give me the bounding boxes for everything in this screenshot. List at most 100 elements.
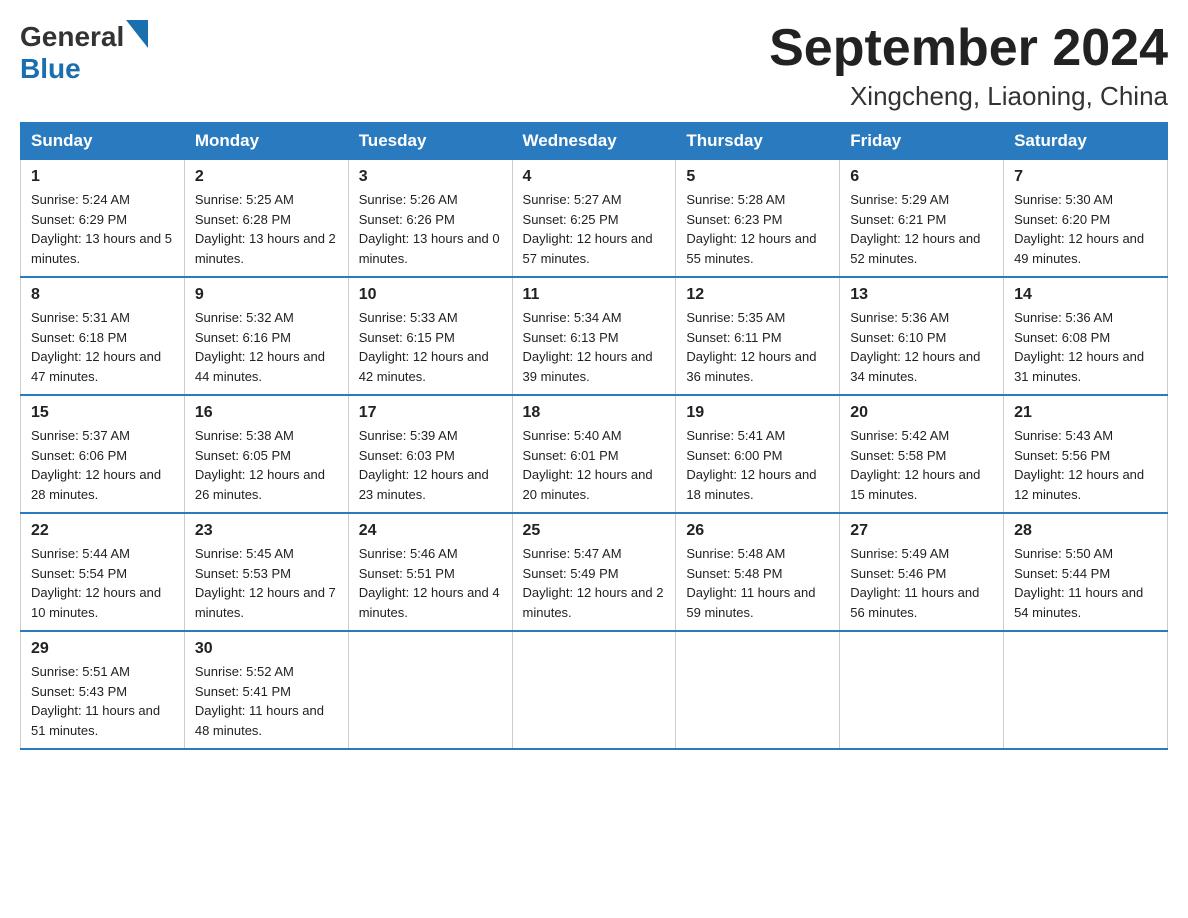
day-number: 14 (1014, 286, 1157, 304)
table-row: 18 Sunrise: 5:40 AMSunset: 6:01 PMDaylig… (512, 395, 676, 513)
table-row: 10 Sunrise: 5:33 AMSunset: 6:15 PMDaylig… (348, 277, 512, 395)
day-info: Sunrise: 5:26 AMSunset: 6:26 PMDaylight:… (359, 192, 500, 266)
day-info: Sunrise: 5:31 AMSunset: 6:18 PMDaylight:… (31, 310, 161, 384)
day-info: Sunrise: 5:43 AMSunset: 5:56 PMDaylight:… (1014, 428, 1144, 502)
day-info: Sunrise: 5:50 AMSunset: 5:44 PMDaylight:… (1014, 546, 1143, 620)
day-number: 29 (31, 640, 174, 658)
day-info: Sunrise: 5:34 AMSunset: 6:13 PMDaylight:… (523, 310, 653, 384)
header-saturday: Saturday (1004, 123, 1168, 160)
table-row: 8 Sunrise: 5:31 AMSunset: 6:18 PMDayligh… (21, 277, 185, 395)
header-friday: Friday (840, 123, 1004, 160)
day-number: 27 (850, 522, 993, 540)
day-info: Sunrise: 5:28 AMSunset: 6:23 PMDaylight:… (686, 192, 816, 266)
table-row: 24 Sunrise: 5:46 AMSunset: 5:51 PMDaylig… (348, 513, 512, 631)
day-number: 21 (1014, 404, 1157, 422)
day-number: 6 (850, 168, 993, 186)
header-thursday: Thursday (676, 123, 840, 160)
day-info: Sunrise: 5:44 AMSunset: 5:54 PMDaylight:… (31, 546, 161, 620)
day-info: Sunrise: 5:29 AMSunset: 6:21 PMDaylight:… (850, 192, 980, 266)
calendar-week-row: 15 Sunrise: 5:37 AMSunset: 6:06 PMDaylig… (21, 395, 1168, 513)
day-info: Sunrise: 5:33 AMSunset: 6:15 PMDaylight:… (359, 310, 489, 384)
day-number: 13 (850, 286, 993, 304)
table-row: 19 Sunrise: 5:41 AMSunset: 6:00 PMDaylig… (676, 395, 840, 513)
day-number: 11 (523, 286, 666, 304)
table-row: 14 Sunrise: 5:36 AMSunset: 6:08 PMDaylig… (1004, 277, 1168, 395)
table-row: 30 Sunrise: 5:52 AMSunset: 5:41 PMDaylig… (184, 631, 348, 749)
table-row: 7 Sunrise: 5:30 AMSunset: 6:20 PMDayligh… (1004, 160, 1168, 278)
day-number: 12 (686, 286, 829, 304)
day-number: 17 (359, 404, 502, 422)
day-info: Sunrise: 5:40 AMSunset: 6:01 PMDaylight:… (523, 428, 653, 502)
table-row: 13 Sunrise: 5:36 AMSunset: 6:10 PMDaylig… (840, 277, 1004, 395)
table-row: 5 Sunrise: 5:28 AMSunset: 6:23 PMDayligh… (676, 160, 840, 278)
table-row: 12 Sunrise: 5:35 AMSunset: 6:11 PMDaylig… (676, 277, 840, 395)
day-number: 18 (523, 404, 666, 422)
day-info: Sunrise: 5:35 AMSunset: 6:11 PMDaylight:… (686, 310, 816, 384)
page-header: General Blue September 2024 Xingcheng, L… (20, 20, 1168, 112)
day-info: Sunrise: 5:45 AMSunset: 5:53 PMDaylight:… (195, 546, 336, 620)
table-row: 26 Sunrise: 5:48 AMSunset: 5:48 PMDaylig… (676, 513, 840, 631)
day-info: Sunrise: 5:37 AMSunset: 6:06 PMDaylight:… (31, 428, 161, 502)
day-info: Sunrise: 5:30 AMSunset: 6:20 PMDaylight:… (1014, 192, 1144, 266)
table-row: 21 Sunrise: 5:43 AMSunset: 5:56 PMDaylig… (1004, 395, 1168, 513)
calendar-header-row: Sunday Monday Tuesday Wednesday Thursday… (21, 123, 1168, 160)
logo: General Blue (20, 20, 148, 85)
table-row: 4 Sunrise: 5:27 AMSunset: 6:25 PMDayligh… (512, 160, 676, 278)
calendar-week-row: 1 Sunrise: 5:24 AMSunset: 6:29 PMDayligh… (21, 160, 1168, 278)
table-row: 22 Sunrise: 5:44 AMSunset: 5:54 PMDaylig… (21, 513, 185, 631)
day-number: 15 (31, 404, 174, 422)
day-info: Sunrise: 5:46 AMSunset: 5:51 PMDaylight:… (359, 546, 500, 620)
day-number: 5 (686, 168, 829, 186)
day-info: Sunrise: 5:32 AMSunset: 6:16 PMDaylight:… (195, 310, 325, 384)
table-row: 20 Sunrise: 5:42 AMSunset: 5:58 PMDaylig… (840, 395, 1004, 513)
day-number: 7 (1014, 168, 1157, 186)
day-info: Sunrise: 5:24 AMSunset: 6:29 PMDaylight:… (31, 192, 172, 266)
table-row (512, 631, 676, 749)
day-info: Sunrise: 5:25 AMSunset: 6:28 PMDaylight:… (195, 192, 336, 266)
calendar-subtitle: Xingcheng, Liaoning, China (769, 81, 1168, 112)
day-info: Sunrise: 5:36 AMSunset: 6:08 PMDaylight:… (1014, 310, 1144, 384)
header-sunday: Sunday (21, 123, 185, 160)
table-row (1004, 631, 1168, 749)
day-number: 3 (359, 168, 502, 186)
day-info: Sunrise: 5:39 AMSunset: 6:03 PMDaylight:… (359, 428, 489, 502)
day-info: Sunrise: 5:38 AMSunset: 6:05 PMDaylight:… (195, 428, 325, 502)
table-row: 11 Sunrise: 5:34 AMSunset: 6:13 PMDaylig… (512, 277, 676, 395)
day-info: Sunrise: 5:27 AMSunset: 6:25 PMDaylight:… (523, 192, 653, 266)
day-number: 26 (686, 522, 829, 540)
day-number: 24 (359, 522, 502, 540)
logo-triangle-icon (126, 20, 148, 48)
table-row: 2 Sunrise: 5:25 AMSunset: 6:28 PMDayligh… (184, 160, 348, 278)
table-row: 17 Sunrise: 5:39 AMSunset: 6:03 PMDaylig… (348, 395, 512, 513)
logo-blue-text: Blue (20, 53, 81, 84)
day-number: 4 (523, 168, 666, 186)
day-number: 25 (523, 522, 666, 540)
table-row (676, 631, 840, 749)
day-number: 9 (195, 286, 338, 304)
header-wednesday: Wednesday (512, 123, 676, 160)
day-number: 22 (31, 522, 174, 540)
table-row: 28 Sunrise: 5:50 AMSunset: 5:44 PMDaylig… (1004, 513, 1168, 631)
day-info: Sunrise: 5:42 AMSunset: 5:58 PMDaylight:… (850, 428, 980, 502)
logo-general-text: General (20, 21, 124, 53)
table-row: 15 Sunrise: 5:37 AMSunset: 6:06 PMDaylig… (21, 395, 185, 513)
day-number: 1 (31, 168, 174, 186)
day-number: 19 (686, 404, 829, 422)
table-row: 29 Sunrise: 5:51 AMSunset: 5:43 PMDaylig… (21, 631, 185, 749)
day-number: 20 (850, 404, 993, 422)
header-tuesday: Tuesday (348, 123, 512, 160)
day-number: 28 (1014, 522, 1157, 540)
table-row: 23 Sunrise: 5:45 AMSunset: 5:53 PMDaylig… (184, 513, 348, 631)
calendar-week-row: 22 Sunrise: 5:44 AMSunset: 5:54 PMDaylig… (21, 513, 1168, 631)
calendar-week-row: 29 Sunrise: 5:51 AMSunset: 5:43 PMDaylig… (21, 631, 1168, 749)
day-info: Sunrise: 5:52 AMSunset: 5:41 PMDaylight:… (195, 664, 324, 738)
table-row: 27 Sunrise: 5:49 AMSunset: 5:46 PMDaylig… (840, 513, 1004, 631)
table-row (840, 631, 1004, 749)
table-row: 3 Sunrise: 5:26 AMSunset: 6:26 PMDayligh… (348, 160, 512, 278)
table-row: 1 Sunrise: 5:24 AMSunset: 6:29 PMDayligh… (21, 160, 185, 278)
table-row: 6 Sunrise: 5:29 AMSunset: 6:21 PMDayligh… (840, 160, 1004, 278)
table-row: 16 Sunrise: 5:38 AMSunset: 6:05 PMDaylig… (184, 395, 348, 513)
table-row: 25 Sunrise: 5:47 AMSunset: 5:49 PMDaylig… (512, 513, 676, 631)
day-number: 2 (195, 168, 338, 186)
table-row (348, 631, 512, 749)
